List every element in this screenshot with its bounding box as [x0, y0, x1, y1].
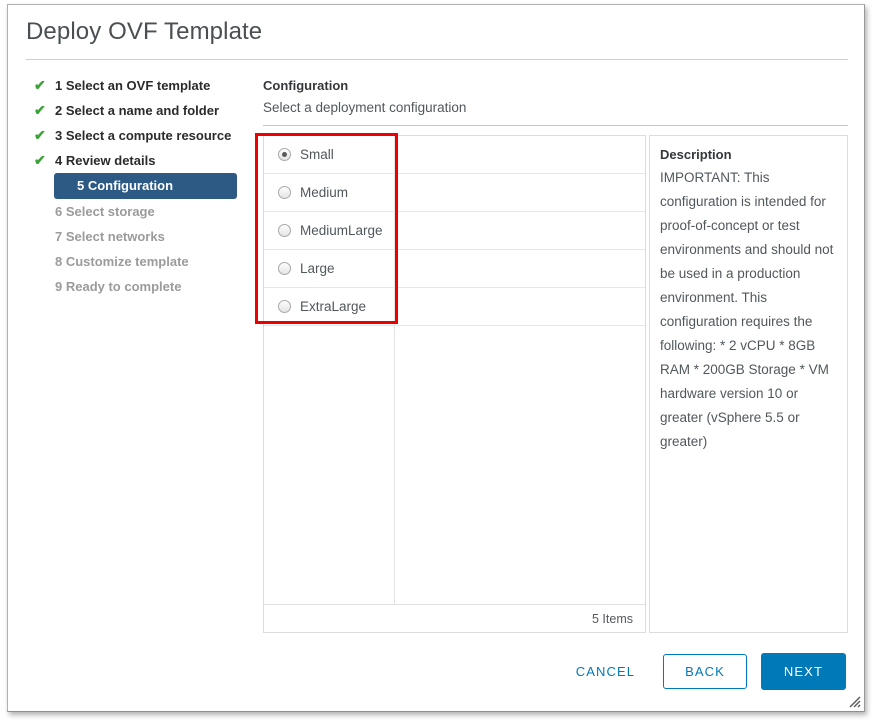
table-row[interactable]: MediumLarge	[264, 212, 645, 250]
sidebar-step-label: 2 Select a name and folder	[55, 103, 219, 118]
configuration-option-large[interactable]: Large	[264, 250, 394, 287]
radio-button-icon[interactable]	[278, 262, 291, 275]
table-row[interactable]: ExtraLarge	[264, 288, 645, 326]
radio-button-icon[interactable]	[278, 186, 291, 199]
table-row[interactable]: Medium	[264, 174, 645, 212]
page-title: Deploy OVF Template	[26, 18, 262, 46]
check-icon: ✔	[34, 148, 50, 173]
content-subheading: Select a deployment configuration	[263, 98, 848, 118]
content-header: Configuration Select a deployment config…	[263, 77, 848, 118]
sidebar-step-label: 7 Select networks	[55, 229, 165, 244]
configuration-option-label: Small	[300, 147, 334, 162]
back-button[interactable]: BACK	[663, 654, 747, 689]
sidebar-step-9[interactable]: 9 Ready to complete	[32, 274, 247, 299]
sidebar-step-5-configuration[interactable]: 5 Configuration	[54, 173, 237, 199]
radio-button-icon[interactable]	[278, 148, 291, 161]
sidebar-step-6[interactable]: 6 Select storage	[32, 199, 247, 224]
check-icon: ✔	[34, 123, 50, 148]
sidebar-step-label: 5 Configuration	[77, 178, 173, 193]
sidebar-step-2[interactable]: ✔ 2 Select a name and folder	[32, 98, 247, 123]
sidebar-step-label: 8 Customize template	[55, 254, 189, 269]
configuration-option-medium[interactable]: Medium	[264, 174, 394, 211]
dialog-footer-actions: CANCEL BACK NEXT	[564, 653, 846, 690]
sidebar-step-8[interactable]: 8 Customize template	[32, 249, 247, 274]
configuration-option-extralarge[interactable]: ExtraLarge	[264, 288, 394, 325]
sidebar-step-label: 3 Select a compute resource	[55, 128, 231, 143]
resize-handle-icon[interactable]	[848, 695, 861, 708]
configuration-option-mediumlarge[interactable]: MediumLarge	[264, 212, 394, 249]
sidebar-step-4[interactable]: ✔ 4 Review details	[32, 148, 247, 173]
description-panel: Description IMPORTANT: This configuratio…	[649, 135, 848, 633]
sidebar-step-label: 9 Ready to complete	[55, 279, 181, 294]
sidebar-step-1[interactable]: ✔ 1 Select an OVF template	[32, 73, 247, 98]
sidebar-step-3[interactable]: ✔ 3 Select a compute resource	[32, 123, 247, 148]
check-icon: ✔	[34, 98, 50, 123]
configuration-option-label: Large	[300, 261, 335, 276]
table-row[interactable]: Large	[264, 250, 645, 288]
sidebar-step-label: 1 Select an OVF template	[55, 78, 210, 93]
content-divider	[263, 125, 848, 126]
wizard-steps-sidebar: ✔ 1 Select an OVF template ✔ 2 Select a …	[32, 73, 247, 299]
description-text: IMPORTANT: This configuration is intende…	[660, 166, 837, 454]
table-row[interactable]: Small	[264, 136, 645, 174]
configuration-option-label: ExtraLarge	[300, 299, 366, 314]
item-count-label: 5 Items	[264, 604, 645, 632]
configuration-option-small[interactable]: Small	[264, 136, 394, 173]
configuration-table: Small Medium MediumLarge Large E	[263, 135, 646, 633]
title-divider	[26, 59, 848, 60]
dialog-title-bar: Deploy OVF Template	[8, 5, 864, 58]
configuration-option-label: MediumLarge	[300, 223, 383, 238]
radio-button-icon[interactable]	[278, 224, 291, 237]
next-button[interactable]: NEXT	[761, 653, 846, 690]
deploy-ovf-template-dialog: Deploy OVF Template ✔ 1 Select an OVF te…	[7, 4, 865, 712]
description-title: Description	[660, 144, 837, 166]
radio-button-icon[interactable]	[278, 300, 291, 313]
sidebar-step-7[interactable]: 7 Select networks	[32, 224, 247, 249]
configuration-option-label: Medium	[300, 185, 348, 200]
content-heading: Configuration	[263, 77, 848, 95]
sidebar-step-label: 6 Select storage	[55, 204, 155, 219]
check-icon: ✔	[34, 73, 50, 98]
sidebar-step-label: 4 Review details	[55, 153, 155, 168]
cancel-button[interactable]: CANCEL	[564, 656, 647, 687]
